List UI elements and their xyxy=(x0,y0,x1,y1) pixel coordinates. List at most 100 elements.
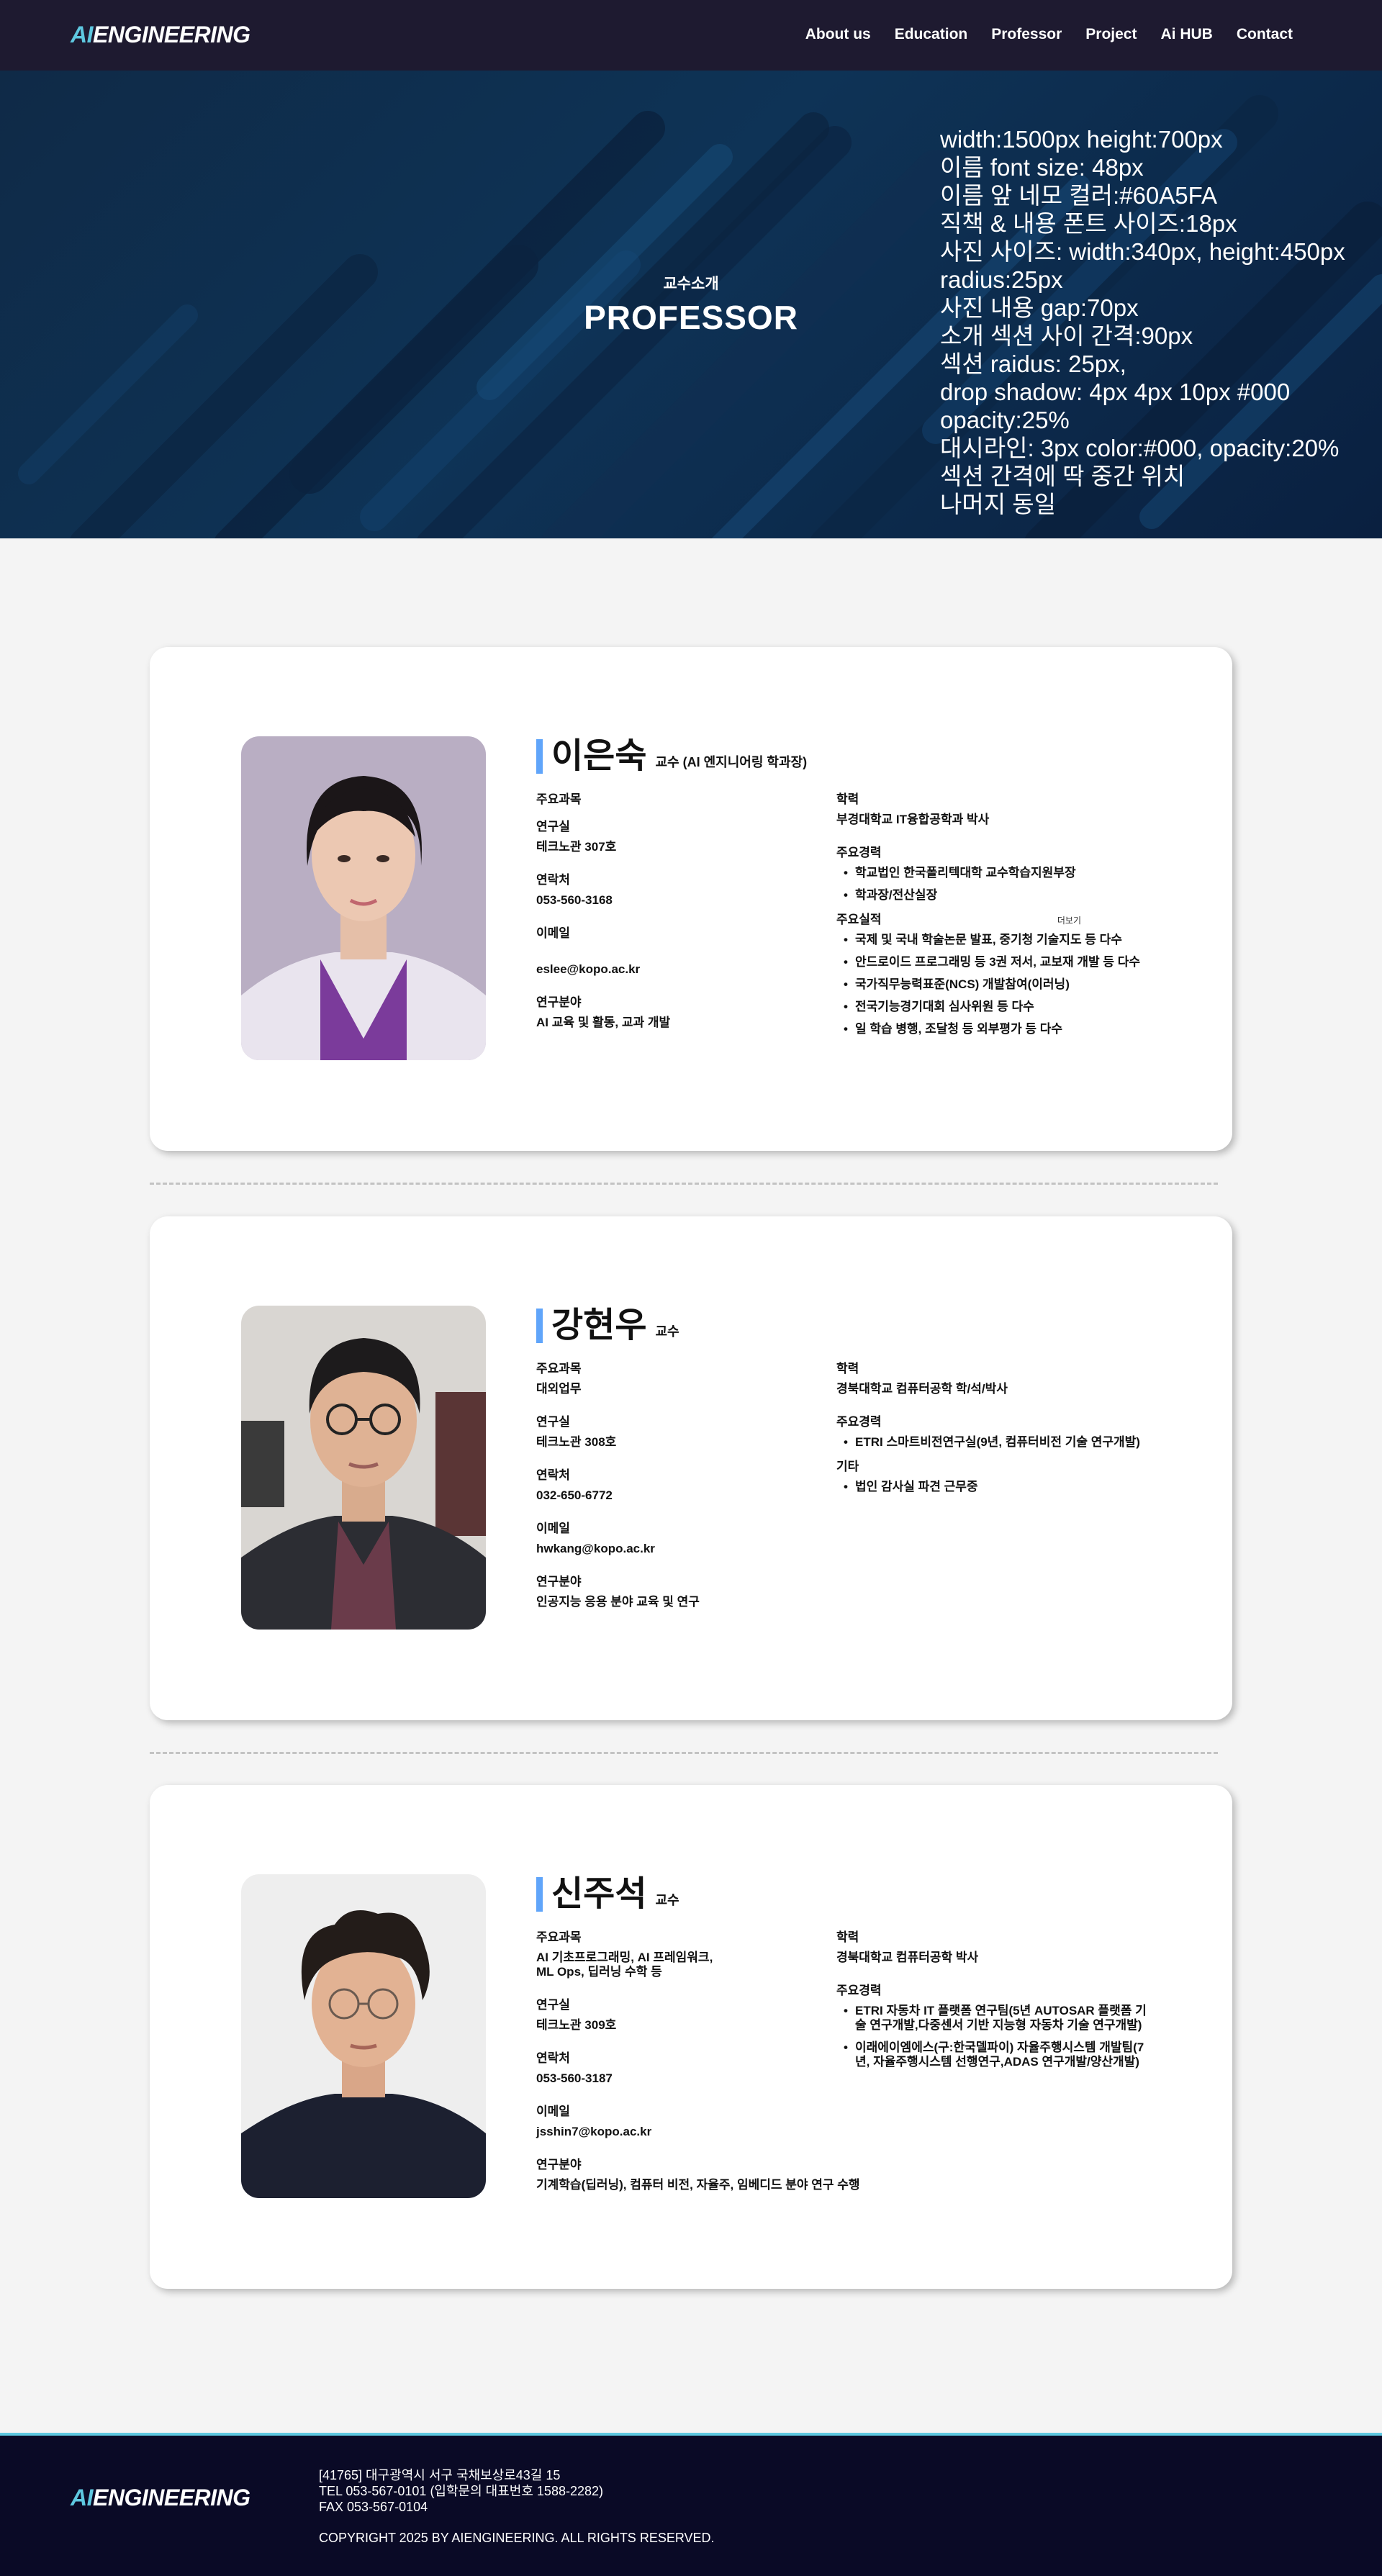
nav-ai-hub[interactable]: Ai HUB xyxy=(1160,26,1212,43)
nav-professor[interactable]: Professor xyxy=(991,26,1062,43)
hero-subtitle: 교수소개 xyxy=(663,276,719,292)
name-row: 강현우 교수 xyxy=(536,1306,1170,1346)
note-line: 섹션 raidus: 25px, xyxy=(940,351,1126,377)
field-label: 주요과목 xyxy=(536,1362,582,1375)
field-label: 이메일 xyxy=(536,2105,570,2118)
list-item: 학교법인 한국폴리텍대학 교수학습지원부장 xyxy=(836,866,1175,880)
nav-project[interactable]: Project xyxy=(1085,26,1137,43)
section-divider xyxy=(150,1183,1218,1185)
professor-info: 강현우 교수 주요과목 대외업무 연구실 테크노관 308호 연락처 032-650-… xyxy=(536,1306,1170,1609)
note-line: width:1500px height:700px xyxy=(940,126,1223,153)
list-item: ETRI 스마트비전연구실(9년, 컴퓨터비전 기술 연구개발) xyxy=(836,1435,1175,1450)
field-label: 주요실적 xyxy=(836,913,882,926)
list-item: 일 학습 병행, 조달청 등 외부평가 등 다수 xyxy=(836,1022,1175,1036)
note-line: drop shadow: 4px 4px 10px #000 xyxy=(940,379,1291,405)
note-line: 소개 섹션 사이 간격:90px xyxy=(940,322,1193,349)
professor-title: 교수 xyxy=(655,1893,679,1907)
field-label: 주요경력 xyxy=(836,846,882,859)
field-label: 기타 xyxy=(836,1460,859,1473)
footer-logo[interactable]: AIENGINEERING xyxy=(71,2485,250,2511)
note-line: 나머지 동일 xyxy=(940,491,1056,518)
note-line: 사진 사이즈: width:340px, height:450px xyxy=(940,238,1345,265)
email-value[interactable]: hwkang@kopo.ac.kr xyxy=(536,1542,824,1556)
note-line: 이름 앞 네모 컬러:#60A5FA xyxy=(940,182,1217,209)
field-label: 주요경력 xyxy=(836,1984,882,1997)
footer-address: [41765] 대구광역시 서구 국채보상로43길 15 xyxy=(319,2468,561,2482)
nav-contact[interactable]: Contact xyxy=(1237,26,1293,43)
field-label: 연구분야 xyxy=(536,995,582,1009)
note-line: 사진 내용 gap:70px xyxy=(940,294,1139,321)
list-item: 전국기능경기대회 심사위원 등 다수 xyxy=(836,1000,1175,1014)
field-label: 학력 xyxy=(836,1362,859,1375)
professor-name: 신주석 xyxy=(551,1875,647,1913)
field-label: 연구분야 xyxy=(536,2158,582,2171)
note-line: 직책 & 내용 폰트 사이즈:18px xyxy=(940,210,1237,237)
note-line: opacity:25% xyxy=(940,407,1070,433)
note-line: 이름 font size: 48px xyxy=(940,154,1144,181)
list-item: 국제 및 국내 학술논문 발표, 중기청 기술지도 등 다수 xyxy=(836,933,1175,947)
name-row: 신주석 교수 xyxy=(536,1874,1170,1915)
info-right-column: 학력경북대학교 컴퓨터공학 학/석/박사 주요경력 ETRI 스마트비전연구실(… xyxy=(836,1362,1175,1513)
main-menu: About us Education Professor Project Ai … xyxy=(805,26,1293,43)
career-list: 학교법인 한국폴리텍대학 교수학습지원부장 학과장/전산실장 xyxy=(836,866,1175,903)
field-value: 테크노관 309호 xyxy=(536,2018,617,2032)
professor-photo xyxy=(241,1874,486,2198)
field-label: 연구실 xyxy=(536,1998,570,2012)
field-label: 주요과목 xyxy=(536,1930,582,1944)
field-label: 연락처 xyxy=(536,1468,570,1482)
etc-list: 법인 감사실 파견 근무중 xyxy=(836,1480,1175,1494)
list-item: 국가직무능력표준(NCS) 개발참여(이러닝) xyxy=(836,977,1175,992)
site-footer: AIENGINEERING [41765] 대구광역시 서구 국채보상로43길 … xyxy=(0,2433,1382,2576)
nav-about-us[interactable]: About us xyxy=(805,26,871,43)
field-value: 인공지능 응용 분야 교육 및 연구 xyxy=(536,1595,700,1609)
info-right-column: 학력경북대학교 컴퓨터공학 박사 주요경력 ETRI 자동차 IT 플랫폼 연구… xyxy=(836,1930,1175,2088)
field-value: 대외업무 xyxy=(536,1382,582,1396)
info-left-column: 주요과목 AI 기초프로그래밍, AI 프레임워크, ML Ops, 딥러닝 수학… xyxy=(536,1930,860,2211)
footer-contact: [41765] 대구광역시 서구 국채보상로43길 15 TEL 053-567… xyxy=(319,2467,603,2515)
field-label: 연락처 xyxy=(536,873,570,887)
field-label: 연구실 xyxy=(536,1415,570,1429)
name-accent-bar xyxy=(536,1877,543,1912)
info-left-column: 주요과목 대외업무 연구실 테크노관 308호 연락처 032-650-6772 이메… xyxy=(536,1362,824,1628)
design-notes: width:1500px height:700px 이름 font size: … xyxy=(940,125,1345,518)
field-label: 연구분야 xyxy=(536,1575,582,1588)
list-item: 이래에이엠에스(구:한국델파이) 자율주행시스템 개발팀(7년, 자율주행시스템… xyxy=(836,2041,1153,2069)
email-value[interactable]: eslee@kopo.ac.kr xyxy=(536,962,824,977)
professor-info: 이은숙 교수 (AI 엔지니어링 학과장) 주요과목 연구실 테크노관 307호 … xyxy=(536,736,1170,1036)
field-value: 053-560-3168 xyxy=(536,893,613,907)
field-label: 주요경력 xyxy=(836,1415,882,1429)
logo-engineering-text: ENGINEERING xyxy=(93,22,250,48)
field-value: 053-560-3187 xyxy=(536,2071,613,2085)
professor-card: 이은숙 교수 (AI 엔지니어링 학과장) 주요과목 연구실 테크노관 307호 … xyxy=(150,647,1232,1151)
field-value: 경북대학교 컴퓨터공학 박사 xyxy=(836,1951,979,1964)
section-divider xyxy=(150,1752,1218,1754)
professor-title: 교수 xyxy=(655,1324,679,1339)
name-accent-bar xyxy=(536,1309,543,1343)
more-link[interactable]: 더보기 xyxy=(1057,914,1081,926)
professor-photo xyxy=(241,1306,486,1630)
field-label: 연락처 xyxy=(536,2051,570,2065)
professor-card: 강현우 교수 주요과목 대외업무 연구실 테크노관 308호 연락처 032-650-… xyxy=(150,1216,1232,1720)
name-accent-bar xyxy=(536,739,543,774)
professor-title: 교수 (AI 엔지니어링 학과장) xyxy=(655,755,808,769)
field-label: 학력 xyxy=(836,792,859,806)
list-item: ETRI 자동차 IT 플랫폼 연구팀(5년 AUTOSAR 플랫폼 기술 연구… xyxy=(836,2004,1153,2033)
note-line: 대시라인: 3px color:#000, opacity:20% xyxy=(940,435,1340,461)
field-value: 경북대학교 컴퓨터공학 학/석/박사 xyxy=(836,1382,1008,1396)
field-value: 테크노관 308호 xyxy=(536,1435,617,1449)
field-value: AI 기초프로그래밍, AI 프레임워크, ML Ops, 딥러닝 수학 등 xyxy=(536,1951,713,1979)
professor-info: 신주석 교수 주요과목 AI 기초프로그래밍, AI 프레임워크, ML Ops,… xyxy=(536,1874,1170,2192)
field-label: 이메일 xyxy=(536,1522,570,1535)
field-label: 이메일 xyxy=(536,926,570,940)
hero-title: PROFESSOR xyxy=(584,299,798,336)
field-label: 주요과목 xyxy=(536,792,582,806)
footer-tel: TEL 053-567-0101 (입학문의 대표번호 1588-2282) xyxy=(319,2484,603,2498)
achievements-list: 국제 및 국내 학술논문 발표, 중기청 기술지도 등 다수 안드로이드 프로그… xyxy=(836,933,1175,1036)
site-logo[interactable]: AIENGINEERING xyxy=(71,22,250,48)
nav-education[interactable]: Education xyxy=(895,26,968,43)
email-value[interactable]: jsshin7@kopo.ac.kr xyxy=(536,2125,824,2139)
professor-card: 신주석 교수 주요과목 AI 기초프로그래밍, AI 프레임워크, ML Ops,… xyxy=(150,1785,1232,2289)
footer-copyright: COPYRIGHT 2025 BY AIENGINEERING. ALL RIG… xyxy=(319,2531,715,2545)
info-left-column: 주요과목 연구실 테크노관 307호 연락처 053-560-3168 이메일 esl… xyxy=(536,792,824,1049)
note-line: 섹션 간격에 딱 중간 위치 xyxy=(940,463,1185,489)
